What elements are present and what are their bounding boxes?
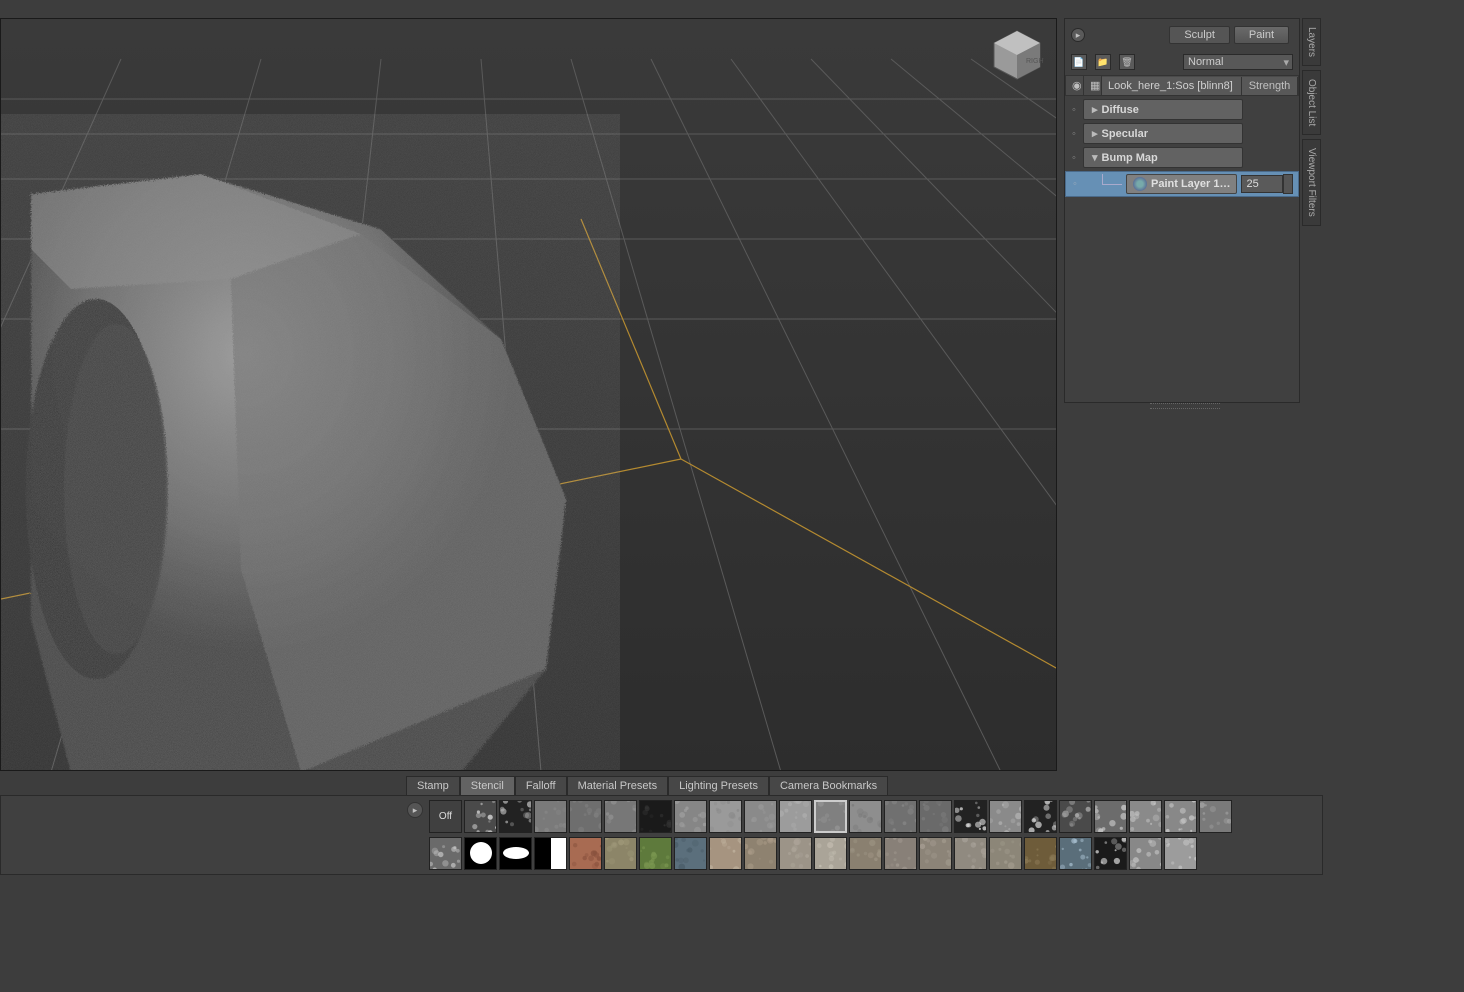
stencil-thumb[interactable] [1129,837,1162,870]
stencil-thumb[interactable] [569,837,602,870]
stencil-thumb[interactable] [464,800,497,833]
material-presets-tab[interactable]: Material Presets [567,776,668,795]
stencil-thumb[interactable] [884,837,917,870]
stencil-thumb[interactable] [464,837,497,870]
stencil-thumb[interactable] [674,837,707,870]
layer-thumbnail-icon [1133,177,1147,191]
stencil-thumb[interactable] [674,800,707,833]
stencil-thumb[interactable] [954,837,987,870]
panel-collapse-icon[interactable]: ▸ [1071,28,1085,42]
stencil-thumb[interactable] [534,837,567,870]
stencil-thumb[interactable] [1024,800,1057,833]
paint-tab[interactable]: Paint [1234,26,1289,44]
stencil-thumb[interactable] [429,837,462,870]
stencil-thumb[interactable] [639,800,672,833]
new-folder-icon[interactable]: 📁 [1095,54,1111,70]
tree-indent [1084,174,1126,194]
new-layer-icon[interactable]: 📄 [1071,54,1087,70]
stencil-thumb[interactable] [989,800,1022,833]
stencil-thumb[interactable] [604,800,637,833]
stencil-thumb[interactable] [919,837,952,870]
panel-resize-handle[interactable] [1150,403,1220,409]
channel-visibility-icon[interactable]: ◦ [1065,152,1083,164]
stencil-thumb[interactable] [1094,837,1127,870]
layers-panel: ▸ Sculpt Paint 📄 📁 🗑 Normal ◉ ▦ Look_her… [1064,18,1300,403]
paint-layer-chip[interactable]: Paint Layer 1… [1126,174,1237,194]
stencil-thumb[interactable] [919,800,952,833]
object-list-side-tab[interactable]: Object List [1302,70,1321,135]
stencil-thumb[interactable] [1024,837,1057,870]
stencil-thumb[interactable] [849,837,882,870]
stencil-thumb[interactable] [814,800,847,833]
stencil-thumb[interactable] [1059,837,1092,870]
sculpt-tab[interactable]: Sculpt [1169,26,1230,44]
stencil-thumb[interactable] [499,837,532,870]
falloff-tab[interactable]: Falloff [515,776,567,795]
object-name[interactable]: Look_here_1:Sos [blinn8] [1102,77,1242,95]
stencil-thumb[interactable] [709,837,742,870]
specular-channel[interactable]: ▸Specular [1083,123,1243,144]
viewcube[interactable]: RIGHT [990,27,1044,81]
stamp-tab[interactable]: Stamp [406,776,460,795]
bump-channel[interactable]: ▾Bump Map [1083,147,1243,168]
stencil-thumb[interactable] [1164,800,1197,833]
viewport-filters-side-tab[interactable]: Viewport Filters [1302,139,1321,226]
delete-layer-icon[interactable]: 🗑 [1119,54,1135,70]
strength-header: Strength [1242,77,1298,95]
stencil-tray: ▸ Off [0,795,1323,875]
stencil-thumb[interactable] [1199,800,1232,833]
visibility-toggle[interactable]: ◉ [1066,76,1084,95]
blend-mode-select[interactable]: Normal [1183,54,1293,70]
stencil-thumb[interactable] [1129,800,1162,833]
stencil-thumb[interactable] [779,837,812,870]
stencil-thumb[interactable] [499,800,532,833]
paint-layer-name: Paint Layer 1… [1151,178,1230,190]
layer-strength-input[interactable]: 25 [1241,175,1283,193]
stencil-thumb[interactable] [849,800,882,833]
stencil-thumb[interactable] [569,800,602,833]
stencil-off-thumb[interactable]: Off [429,800,462,833]
paint-layer-row[interactable]: ◦ Paint Layer 1… 25 [1065,171,1299,197]
lighting-presets-tab[interactable]: Lighting Presets [668,776,769,795]
stencil-thumb[interactable] [744,837,777,870]
stencil-thumb[interactable] [1059,800,1092,833]
stencil-thumb[interactable] [814,837,847,870]
stencil-thumb[interactable] [989,837,1022,870]
layer-strength-slider[interactable] [1283,174,1293,194]
channel-visibility-icon[interactable]: ◦ [1065,128,1083,140]
stencil-thumb[interactable] [604,837,637,870]
layers-side-tab[interactable]: Layers [1302,18,1321,66]
stencil-thumb[interactable] [779,800,812,833]
tray-collapse-icon[interactable]: ▸ [407,802,423,818]
stencil-thumb[interactable] [639,837,672,870]
stencil-thumb[interactable] [744,800,777,833]
viewcube-label: RIGHT [1026,58,1044,65]
diffuse-channel[interactable]: ▸Diffuse [1083,99,1243,120]
stencil-thumb[interactable] [534,800,567,833]
stencil-thumb[interactable] [884,800,917,833]
camera-bookmarks-tab[interactable]: Camera Bookmarks [769,776,888,795]
channel-visibility-icon[interactable]: ◦ [1065,104,1083,116]
viewport-3d[interactable]: RIGHT [0,18,1057,771]
lock-toggle[interactable]: ▦ [1084,76,1102,95]
stencil-thumb[interactable] [1164,837,1197,870]
stencil-thumb[interactable] [709,800,742,833]
stencil-thumb[interactable] [1094,800,1127,833]
stencil-tab[interactable]: Stencil [460,776,515,795]
stencil-thumb[interactable] [954,800,987,833]
layer-visibility-icon[interactable]: ◦ [1066,178,1084,190]
